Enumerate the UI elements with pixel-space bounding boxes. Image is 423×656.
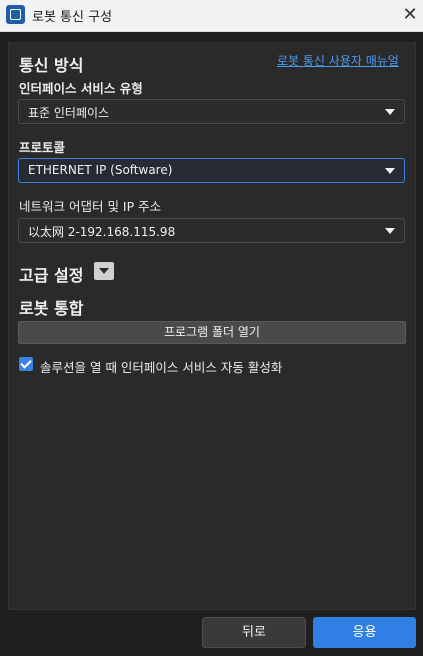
protocol-select[interactable]: ETHERNET IP (Software) <box>18 158 405 183</box>
protocol-value: ETHERNET IP (Software) <box>28 163 173 177</box>
adapter-label: 네트워크 어댑터 및 IP 주소 <box>19 199 162 214</box>
back-button[interactable]: 뒤로 <box>202 617 306 648</box>
comm-heading: 통신 방식 <box>19 56 84 75</box>
adapter-select[interactable]: 以太网 2-192.168.115.98 <box>18 218 405 243</box>
interface-type-select[interactable]: 표준 인터페이스 <box>18 99 405 124</box>
protocol-label: 프로토콜 <box>19 140 66 155</box>
apply-button[interactable]: 응용 <box>313 617 416 648</box>
window-title: 로봇 통신 구성 <box>32 10 113 25</box>
chevron-down-icon <box>385 228 395 234</box>
manual-link[interactable]: 로봇 통신 사용자 매뉴얼 <box>277 52 399 69</box>
open-program-folder-button[interactable]: 프로그램 폴더 열기 <box>18 321 406 344</box>
chevron-down-icon <box>385 168 395 174</box>
chevron-down-icon <box>385 109 395 115</box>
interface-type-value: 표준 인터페이스 <box>28 106 110 120</box>
adapter-value: 以太网 2-192.168.115.98 <box>28 225 176 239</box>
title-bar: 로봇 통신 구성 ✕ <box>0 0 423 32</box>
auto-activate-checkbox[interactable] <box>19 357 33 371</box>
advanced-heading: 고급 설정 <box>19 266 84 285</box>
integration-heading: 로봇 통합 <box>19 299 84 318</box>
close-icon[interactable]: ✕ <box>398 3 422 27</box>
app-icon <box>6 5 25 24</box>
auto-activate-label: 솔루션을 열 때 인터페이스 서비스 자동 활성화 <box>40 360 283 375</box>
advanced-expand-toggle[interactable] <box>94 262 114 280</box>
interface-type-label: 인터페이스 서비스 유형 <box>19 81 143 96</box>
